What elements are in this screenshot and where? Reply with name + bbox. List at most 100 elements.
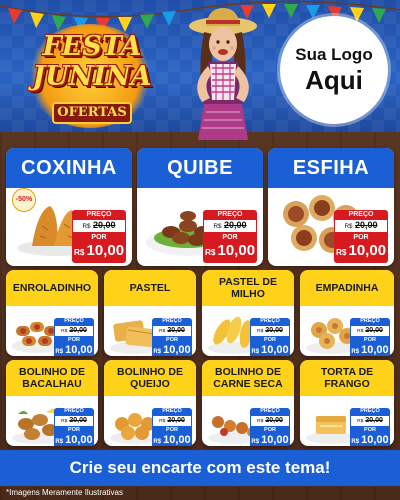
- product-name: EMPADINHA: [300, 270, 394, 306]
- new-price-value: 10,00: [361, 434, 389, 446]
- old-price-currency: R$: [257, 329, 264, 334]
- old-price-value: 20,00: [167, 327, 185, 334]
- old-price-value: 20,00: [69, 417, 87, 424]
- new-price: R$ 10,00: [350, 434, 390, 446]
- new-price-currency: R$: [204, 248, 216, 257]
- new-price-currency: R$: [153, 349, 162, 355]
- festa-junina-logo: FESTA JUNINA OFERTAS: [12, 20, 172, 132]
- price-label: PREÇO: [152, 318, 192, 325]
- new-price-value: 10,00: [163, 344, 191, 356]
- logo-title-line2: JUNINA: [32, 61, 152, 92]
- por-label: POR: [152, 337, 192, 344]
- old-price-value: 20,00: [265, 417, 283, 424]
- por-label: POR: [203, 233, 257, 242]
- price-tag: PREÇO R$ 20,00 POR R$ 10,00: [72, 210, 126, 263]
- new-price-value: 10,00: [65, 434, 93, 446]
- new-price-value: 10,00: [261, 434, 289, 446]
- product-card-torta-de-frango[interactable]: TORTA DE FRANGO PREÇO R$ 20,00 POR R$ 10,…: [300, 360, 394, 446]
- product-card-empadinha[interactable]: EMPADINHA PREÇO R$ 20,00 POR R$ 10,00: [300, 270, 394, 356]
- product-card-bolinho-de-carne-seca[interactable]: BOLINHO DE CARNE SECA PREÇO R$ 20,00 POR…: [202, 360, 294, 446]
- price-label: PREÇO: [350, 318, 390, 325]
- new-price-currency: R$: [335, 248, 347, 257]
- old-price-value: 20,00: [224, 220, 247, 230]
- new-price: R$ 10,00: [152, 434, 192, 446]
- product-card-bolinho-de-bacalhau[interactable]: BOLINHO DE BACALHAU PREÇO R$ 20,00 POR R…: [6, 360, 98, 446]
- por-label: POR: [350, 337, 390, 344]
- product-card-pastel[interactable]: PASTEL PREÇO R$ 20,00 POR R$ 10,00: [104, 270, 196, 356]
- price-tag: PREÇO R$ 20,00 POR R$ 10,00: [152, 408, 192, 446]
- product-name: ENROLADINHO: [6, 270, 98, 306]
- por-label: POR: [250, 337, 290, 344]
- featured-card-coxinha[interactable]: COXINHA -50% PREÇO R$ 20,00 POR R$ 10,00: [6, 148, 132, 266]
- new-price: R$ 10,00: [54, 434, 94, 446]
- header: FESTA JUNINA OFERTAS Sua Logo Aqui: [0, 0, 400, 142]
- old-price-currency: R$: [213, 223, 222, 230]
- por-label: POR: [54, 427, 94, 434]
- por-label: POR: [54, 337, 94, 344]
- price-label: PREÇO: [250, 318, 290, 325]
- logo-title: FESTA JUNINA: [12, 32, 172, 92]
- your-logo-line1: Sua Logo: [295, 45, 373, 64]
- product-name: BOLINHO DE QUEIJO: [104, 360, 196, 396]
- new-price: R$ 10,00: [54, 344, 94, 356]
- old-price-value: 20,00: [265, 327, 283, 334]
- old-price-value: 20,00: [93, 220, 116, 230]
- your-logo-line2: Aqui: [305, 65, 363, 95]
- new-price: R$ 10,00: [334, 242, 388, 263]
- new-price-currency: R$: [73, 248, 85, 257]
- new-price-currency: R$: [251, 349, 260, 355]
- old-price-currency: R$: [357, 419, 364, 424]
- price-tag: PREÇO R$ 20,00 POR R$ 10,00: [350, 408, 390, 446]
- old-price: R$ 20,00: [54, 415, 94, 427]
- price-tag: PREÇO R$ 20,00 POR R$ 10,00: [250, 408, 290, 446]
- featured-card-quibe[interactable]: QUIBE PREÇO R$ 20,00 POR R$ 10,00: [137, 148, 263, 266]
- product-name: QUIBE: [137, 148, 263, 188]
- product-name: BOLINHO DE BACALHAU: [6, 360, 98, 396]
- new-price-value: 10,00: [348, 242, 387, 259]
- product-card-pastel-de-milho[interactable]: PASTEL DE MILHO PREÇO R$ 20,00 POR R$ 10,…: [202, 270, 294, 356]
- disclaimer-text: *Imagens Meramente Ilustrativas: [6, 488, 123, 497]
- product-name: COXINHA: [6, 148, 132, 188]
- new-price: R$ 10,00: [350, 344, 390, 356]
- product-name: BOLINHO DE CARNE SECA: [202, 360, 294, 396]
- your-logo-placeholder[interactable]: Sua Logo Aqui: [280, 16, 388, 124]
- old-price-value: 20,00: [69, 327, 87, 334]
- new-price-currency: R$: [251, 439, 260, 445]
- price-label: PREÇO: [54, 318, 94, 325]
- product-card-enroladinho[interactable]: ENROLADINHO PREÇO R$ 20,00 POR R$ 10,00: [6, 270, 98, 356]
- por-label: POR: [72, 233, 126, 242]
- por-label: POR: [350, 427, 390, 434]
- price-label: PREÇO: [54, 408, 94, 415]
- old-price-currency: R$: [357, 329, 364, 334]
- new-price-currency: R$: [55, 349, 64, 355]
- old-price-currency: R$: [61, 419, 68, 424]
- new-price: R$ 10,00: [152, 344, 192, 356]
- festa-girl-illustration: [189, 8, 257, 140]
- price-label: PREÇO: [334, 210, 388, 219]
- new-price-currency: R$: [55, 439, 64, 445]
- old-price: R$ 20,00: [152, 325, 192, 337]
- price-tag: PREÇO R$ 20,00 POR R$ 10,00: [152, 318, 192, 356]
- old-price-currency: R$: [257, 419, 264, 424]
- price-label: PREÇO: [72, 210, 126, 219]
- old-price: R$ 20,00: [203, 219, 257, 233]
- old-price-currency: R$: [82, 223, 91, 230]
- por-label: POR: [250, 427, 290, 434]
- old-price: R$ 20,00: [72, 219, 126, 233]
- old-price: R$ 20,00: [152, 415, 192, 427]
- new-price-value: 10,00: [65, 344, 93, 356]
- cta-banner[interactable]: Crie seu encarte com este tema!: [0, 450, 400, 486]
- price-tag: PREÇO R$ 20,00 POR R$ 10,00: [54, 408, 94, 446]
- product-card-bolinho-de-queijo[interactable]: BOLINHO DE QUEIJO PREÇO R$ 20,00 POR R$ 1…: [104, 360, 196, 446]
- old-price-currency: R$: [159, 419, 166, 424]
- new-price: R$ 10,00: [250, 434, 290, 446]
- new-price: R$ 10,00: [203, 242, 257, 263]
- old-price-value: 20,00: [365, 417, 383, 424]
- old-price-value: 20,00: [365, 327, 383, 334]
- por-label: POR: [334, 233, 388, 242]
- new-price-value: 10,00: [163, 434, 191, 446]
- price-tag: PREÇO R$ 20,00 POR R$ 10,00: [334, 210, 388, 263]
- old-price-value: 20,00: [167, 417, 185, 424]
- product-name: PASTEL DE MILHO: [202, 270, 294, 306]
- featured-card-esfiha[interactable]: ESFIHA PREÇO R$ 20,00 POR R$ 10,00: [268, 148, 394, 266]
